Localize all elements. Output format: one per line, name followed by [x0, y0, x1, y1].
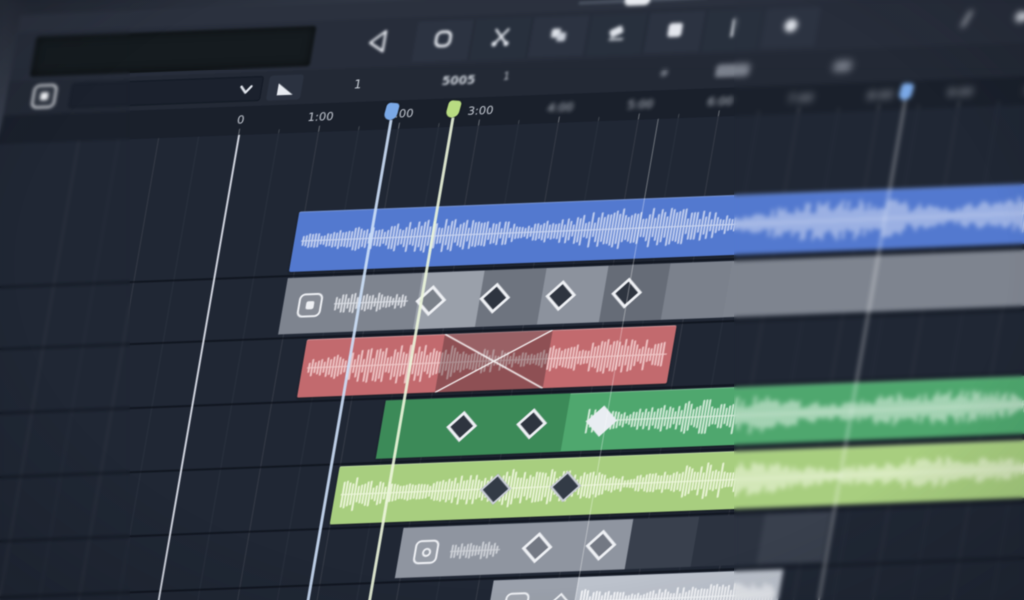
range-tool[interactable] — [411, 19, 476, 63]
ruler-label: 3:00 — [466, 103, 495, 119]
glue-tool[interactable] — [527, 15, 592, 58]
range-tool-icon — [429, 26, 458, 55]
ruler-label: 4:00 — [546, 99, 575, 116]
ruler-label: 5:00 — [626, 96, 655, 112]
automation-lane-2-mini-waveform — [448, 539, 502, 562]
play-tool[interactable] — [759, 6, 824, 49]
split-tool-icon — [486, 24, 515, 53]
ruler-label: 7:00 — [786, 90, 815, 106]
zoom-tool-icon — [1007, 5, 1024, 32]
snap-value-button[interactable] — [714, 63, 751, 78]
draw-tool-icon — [660, 17, 689, 46]
daw-window: 1 5005 1 0 1:00 2:00 3:00 4:00 5:00 6:00 7:00 8:… — [0, 0, 1024, 600]
select-tool-icon — [360, 27, 394, 60]
auto-read-icon — [30, 83, 59, 109]
automation-mode-dropdown[interactable] — [67, 75, 265, 109]
divider-handle[interactable] — [623, 0, 652, 6]
erase-tool[interactable] — [585, 13, 650, 56]
automation-lane-2-read-icon — [420, 547, 432, 557]
quantize-value-button[interactable] — [832, 60, 853, 73]
track-area[interactable] — [0, 91, 1024, 600]
time-counter: 5005 — [440, 72, 477, 89]
glue-tool-icon — [544, 22, 573, 51]
crossfade-region[interactable] — [434, 329, 553, 393]
ruler-label: 6:00 — [706, 93, 735, 109]
erase-tool-icon — [602, 20, 631, 49]
bar-counter: 1 — [352, 77, 363, 92]
chevron-down-icon — [240, 84, 253, 94]
draw-tool[interactable] — [643, 10, 708, 54]
play-tool-icon — [776, 13, 805, 42]
ruler-label: 9:00 — [946, 84, 975, 100]
color-tool-icon — [953, 7, 980, 34]
ruler-label: 0 — [235, 112, 246, 127]
automation-lane-1-mini-waveform — [332, 290, 410, 316]
auto-read-button[interactable] — [30, 83, 59, 109]
zoom-tool[interactable] — [995, 0, 1024, 40]
daw-screen-plane: 1 5005 1 0 1:00 2:00 3:00 4:00 5:00 6:00 7:00 8:… — [0, 0, 1024, 600]
color-tool[interactable] — [941, 0, 992, 42]
ruler-label: 1:00 — [306, 109, 335, 125]
line-tool[interactable] — [701, 8, 766, 52]
automation-lane-1-read-icon — [305, 301, 315, 310]
ramp-icon — [276, 82, 293, 95]
line-tool-icon — [718, 15, 747, 44]
automation-lane-2-segment[interactable] — [624, 516, 700, 570]
automation-lane-2-segment[interactable] — [690, 513, 766, 567]
automation-lane-1-segment[interactable] — [660, 260, 733, 320]
status-dot — [660, 69, 669, 77]
dropdown-value — [71, 89, 239, 95]
automation-lane-2-segment[interactable] — [756, 511, 832, 565]
split-tool[interactable] — [469, 17, 534, 60]
select-tool[interactable] — [346, 22, 409, 64]
ruler-label: 8:00 — [866, 87, 895, 103]
beat-counter: 1 — [502, 71, 511, 83]
info-display-panel — [29, 25, 317, 77]
ramp-curve-button[interactable] — [265, 74, 305, 101]
